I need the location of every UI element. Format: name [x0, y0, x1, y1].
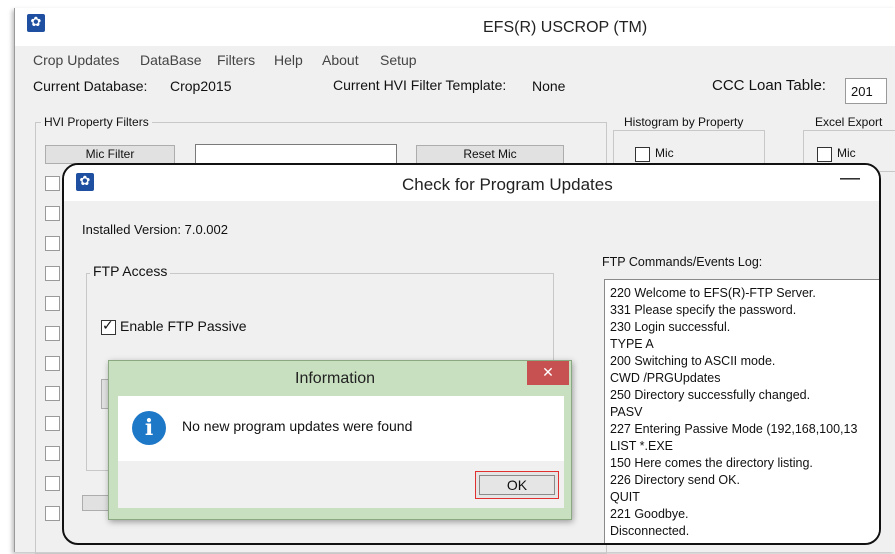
hvi-template-label: Current HVI Filter Template: [333, 77, 507, 93]
log-line: QUIT [610, 490, 640, 504]
filter-checkbox[interactable] [45, 416, 60, 431]
log-line: TYPE A [610, 337, 654, 351]
histogram-title: Histogram by Property [621, 115, 747, 129]
information-body: i No new program updates were found [118, 396, 564, 461]
information-message: No new program updates were found [182, 418, 413, 434]
filter-checkbox[interactable] [45, 236, 60, 251]
installed-version-label: Installed Version: 7.0.002 [82, 222, 228, 237]
dialog-titlebar: ✿ Check for Program Updates — [64, 165, 879, 201]
hvi-template-value: None [532, 78, 566, 94]
histogram-mic-label: Mic [655, 146, 674, 160]
filter-checkbox[interactable] [45, 506, 60, 521]
hvi-filters-title: HVI Property Filters [41, 115, 152, 129]
mic-filter-button[interactable]: Mic Filter [45, 145, 175, 164]
ok-button-label: OK [479, 475, 555, 495]
ftp-access-title: FTP Access [90, 263, 171, 279]
menu-filters[interactable]: Filters [217, 52, 255, 68]
log-line: Disconnected. [610, 524, 690, 538]
enable-passive-label: Enable FTP Passive [120, 318, 247, 334]
log-line: LIST *.EXE [610, 439, 673, 453]
filter-checkbox[interactable] [45, 266, 60, 281]
log-line: 227 Entering Passive Mode (192,168,100,1… [610, 422, 858, 436]
menu-crop-updates[interactable]: Crop Updates [33, 52, 119, 68]
enable-passive-checkbox[interactable]: ✓ [101, 318, 116, 335]
filter-checkbox[interactable] [45, 476, 60, 491]
filter-checkbox[interactable] [45, 206, 60, 221]
menu-database[interactable]: DataBase [140, 52, 201, 68]
minimize-icon[interactable]: — [840, 167, 860, 190]
ftp-log-list[interactable]: 220 Welcome to EFS(R)-FTP Server. 331 Pl… [604, 279, 879, 543]
excel-mic-label: Mic [837, 146, 856, 160]
loan-table-label: CCC Loan Table: [712, 77, 826, 94]
main-window-title: EFS(R) USCROP (TM) [483, 19, 648, 36]
log-line: 150 Here comes the directory listing. [610, 456, 813, 470]
info-icon: i [132, 411, 166, 445]
filter-checkbox[interactable] [45, 386, 60, 401]
excel-mic-checkbox[interactable] [817, 147, 832, 162]
menu-setup[interactable]: Setup [380, 52, 417, 68]
information-title: Information [295, 370, 376, 387]
log-line: 250 Directory successfully changed. [610, 388, 811, 402]
histogram-mic-checkbox[interactable] [635, 147, 650, 162]
dialog-title: Check for Program Updates [402, 175, 613, 194]
log-line: CWD /PRGUpdates [610, 371, 721, 385]
log-line: 226 Directory send OK. [610, 473, 740, 487]
log-title: FTP Commands/Events Log: [602, 255, 763, 269]
log-line: 230 Login successful. [610, 320, 731, 334]
filter-checkbox[interactable] [45, 296, 60, 311]
menu-bar: Crop Updates DataBase Filters Help About… [15, 48, 895, 70]
filter-checkbox[interactable] [45, 326, 60, 341]
app-logo-icon: ✿ [76, 173, 94, 191]
log-line: 331 Please specify the password. [610, 303, 797, 317]
log-line: 221 Goodbye. [610, 507, 689, 521]
information-footer: OK [118, 461, 564, 508]
excel-export-title: Excel Export [812, 115, 886, 129]
menu-help[interactable]: Help [274, 52, 303, 68]
filter-checkbox[interactable] [45, 176, 60, 191]
log-line: PASV [610, 405, 643, 419]
checkmark-icon: ✓ [102, 318, 114, 334]
current-database-value: Crop2015 [170, 78, 232, 94]
current-database-label: Current Database: [33, 78, 148, 94]
ok-button[interactable]: OK [475, 471, 559, 499]
mic-filter-input[interactable] [195, 144, 397, 165]
log-line: 200 Switching to ASCII mode. [610, 354, 776, 368]
reset-mic-button[interactable]: Reset Mic [416, 145, 564, 164]
menu-about[interactable]: About [322, 52, 359, 68]
filter-checkbox[interactable] [45, 356, 60, 371]
close-icon[interactable]: ✕ [527, 361, 569, 385]
information-dialog: Information ✕ i No new program updates w… [108, 360, 572, 520]
loan-table-select[interactable]: 201 [845, 78, 887, 104]
main-titlebar: ✿ EFS(R) USCROP (TM) [15, 8, 895, 46]
app-logo-icon: ✿ [27, 14, 45, 32]
filter-checkbox[interactable] [45, 446, 60, 461]
log-line: 220 Welcome to EFS(R)-FTP Server. [610, 286, 816, 300]
